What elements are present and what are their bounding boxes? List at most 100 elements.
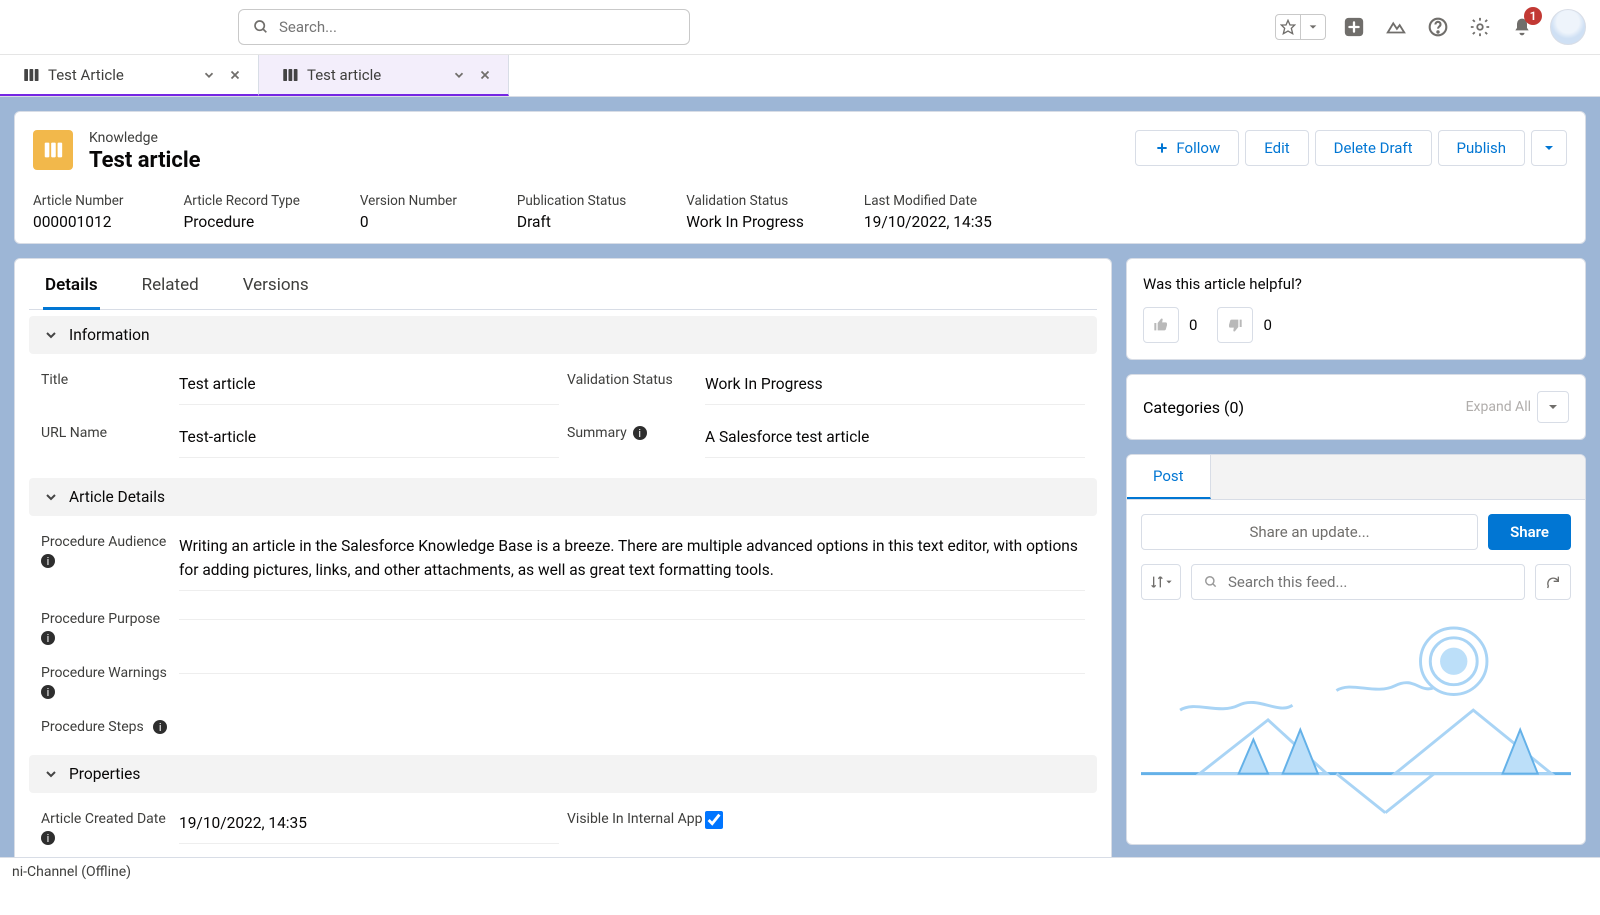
workspace-tab-1[interactable]: Test Article <box>0 55 259 96</box>
workspace-tabs: Test Article Test article <box>0 55 1600 97</box>
help-button[interactable] <box>1424 13 1452 41</box>
detail-tabs: Details Related Versions <box>29 273 1097 310</box>
tab-details[interactable]: Details <box>43 275 100 310</box>
refresh-icon <box>1545 574 1561 590</box>
meta-label: Version Number <box>360 193 457 209</box>
search-icon <box>253 19 269 35</box>
field-label: Procedure Steps i <box>41 715 179 735</box>
section-properties[interactable]: Properties <box>29 755 1097 793</box>
notifications-button[interactable]: 1 <box>1508 13 1536 41</box>
helpful-card: Was this article helpful? 0 0 <box>1126 258 1586 360</box>
workspace-tab-2[interactable]: Test article <box>259 55 509 96</box>
empty-feed-illustration <box>1141 600 1571 830</box>
omni-channel-status[interactable]: ni-Channel (Offline) <box>12 864 131 880</box>
trailhead-icon <box>1385 16 1407 38</box>
feed-sort-button[interactable] <box>1141 564 1181 600</box>
delete-draft-button[interactable]: Delete Draft <box>1315 130 1432 166</box>
section-title: Information <box>69 326 150 344</box>
info-icon[interactable]: i <box>41 631 55 645</box>
feed-tab-post[interactable]: Post <box>1127 455 1211 499</box>
setup-button[interactable] <box>1466 13 1494 41</box>
thumbs-down-icon <box>1227 317 1243 333</box>
thumbs-up-button[interactable] <box>1143 307 1179 343</box>
tab-close[interactable] <box>226 66 244 84</box>
tab-label: Test article <box>307 66 381 84</box>
info-icon[interactable]: i <box>153 720 167 734</box>
field-label: Visible In Internal App <box>567 807 705 827</box>
field-label: Article Created Datei <box>41 807 179 845</box>
feed-search[interactable] <box>1191 564 1525 600</box>
field-value <box>179 661 1085 674</box>
favorites-combo[interactable] <box>1275 14 1326 40</box>
edit-button[interactable]: Edit <box>1245 130 1308 166</box>
field-value: Test-article <box>179 421 559 458</box>
favorites-dropdown[interactable] <box>1301 15 1325 39</box>
info-icon[interactable]: i <box>41 554 55 568</box>
close-icon <box>228 68 242 82</box>
share-button[interactable]: Share <box>1488 514 1571 550</box>
field-value <box>705 807 1085 844</box>
field-value: 19/10/2022, 14:35 <box>179 807 559 844</box>
chevron-down-icon <box>452 68 466 82</box>
section-article-details[interactable]: Article Details <box>29 478 1097 516</box>
meta-value: 000001012 <box>33 213 124 231</box>
feed-refresh-button[interactable] <box>1535 564 1571 600</box>
favorite-button[interactable] <box>1276 15 1300 39</box>
up-count: 0 <box>1189 316 1197 334</box>
global-header: 1 <box>0 0 1600 55</box>
book-icon <box>42 139 64 161</box>
info-icon[interactable]: i <box>41 685 55 699</box>
tab-versions[interactable]: Versions <box>241 275 311 309</box>
expand-all-link[interactable]: Expand All <box>1466 399 1531 415</box>
star-icon <box>1280 19 1296 35</box>
section-title: Properties <box>69 765 140 783</box>
meta-label: Article Number <box>33 193 124 209</box>
sidebar: Was this article helpful? 0 0 Categories… <box>1126 258 1586 845</box>
categories-dropdown[interactable] <box>1537 391 1569 423</box>
tab-related[interactable]: Related <box>140 275 201 309</box>
page-title: Test article <box>89 148 201 173</box>
tab-close[interactable] <box>476 66 494 84</box>
meta-label: Publication Status <box>517 193 626 209</box>
info-icon[interactable]: i <box>633 426 647 440</box>
chevron-down-icon <box>43 766 59 782</box>
caret-down-icon <box>1165 578 1173 586</box>
record-highlights: Article Number 000001012 Article Record T… <box>33 193 1567 231</box>
global-search-input[interactable] <box>279 18 675 36</box>
share-input[interactable]: Share an update... <box>1141 514 1478 550</box>
global-search[interactable] <box>238 9 690 45</box>
field-label: Validation Status <box>567 368 705 388</box>
meta-label: Validation Status <box>686 193 804 209</box>
sort-icon <box>1149 574 1165 590</box>
publish-button[interactable]: Publish <box>1438 130 1525 166</box>
chevron-down-icon <box>202 68 216 82</box>
user-avatar[interactable] <box>1550 9 1586 45</box>
meta-value: Procedure <box>184 213 300 231</box>
follow-button[interactable]: Follow <box>1135 130 1239 166</box>
field-label: Procedure Warningsi <box>41 661 179 699</box>
caret-down-icon <box>1547 401 1559 413</box>
feed-search-input[interactable] <box>1228 573 1512 591</box>
meta-label: Article Record Type <box>184 193 300 209</box>
global-add-button[interactable] <box>1340 13 1368 41</box>
more-actions-button[interactable] <box>1531 130 1567 166</box>
meta-value: Draft <box>517 213 626 231</box>
record-icon <box>33 130 73 170</box>
salesforce-help-button[interactable] <box>1382 13 1410 41</box>
info-icon[interactable]: i <box>41 831 55 845</box>
field-value: Writing an article in the Salesforce Kno… <box>179 530 1085 591</box>
notification-badge: 1 <box>1524 7 1542 25</box>
question-icon <box>1428 17 1448 37</box>
tab-label: Test Article <box>48 66 124 84</box>
meta-value: 19/10/2022, 14:35 <box>864 213 992 231</box>
meta-label: Last Modified Date <box>864 193 992 209</box>
field-label: Procedure Purposei <box>41 607 179 645</box>
section-information[interactable]: Information <box>29 316 1097 354</box>
tab-dropdown[interactable] <box>450 66 468 84</box>
tab-dropdown[interactable] <box>200 66 218 84</box>
meta-value: Work In Progress <box>686 213 804 231</box>
thumbs-down-button[interactable] <box>1217 307 1253 343</box>
visible-internal-checkbox[interactable] <box>705 811 723 829</box>
field-value <box>179 715 1085 727</box>
plus-icon <box>1154 140 1170 156</box>
